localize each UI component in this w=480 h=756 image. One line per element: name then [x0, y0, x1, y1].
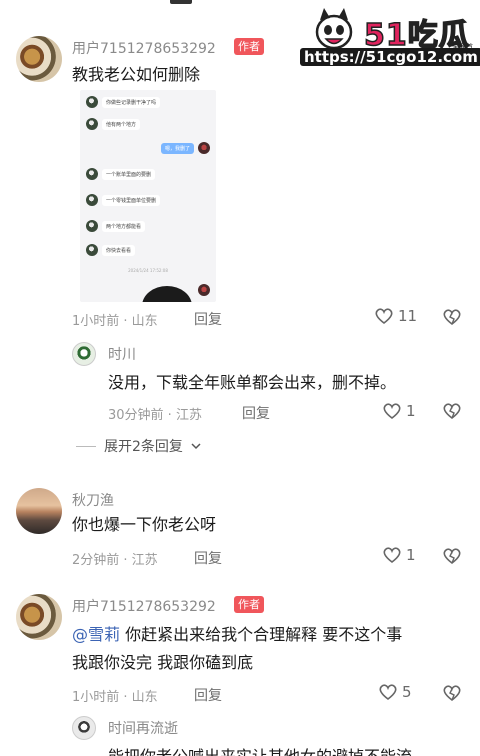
avatar[interactable]	[72, 342, 96, 366]
reply-button[interactable]: 回复	[242, 403, 270, 423]
chat-bubble: 你做些记录删干净了吗	[102, 96, 161, 108]
author-badge: 作者	[234, 596, 264, 613]
comment-image[interactable]: 你做些记录删干净了吗 他有两个地方 嗯，我删了 一个账单里面的要删 一个零钱里面…	[80, 90, 216, 302]
like-button[interactable]: 1	[382, 402, 416, 420]
divider	[76, 445, 96, 447]
like-button[interactable]: 5	[378, 683, 412, 701]
chat-bubble: 一个零钱里面单位要删	[102, 194, 161, 206]
chevron-down-icon	[191, 443, 201, 450]
user-mention-link[interactable]: @雪莉	[72, 625, 120, 644]
comment-text: 教我老公如何删除	[72, 65, 201, 84]
like-count: 5	[402, 683, 412, 701]
like-count: 1	[406, 546, 416, 564]
chat-timestamp: 2024/1/24 17:52:08	[128, 268, 168, 273]
status-indicator	[170, 0, 192, 4]
chat-bubble: 两个地方都能看	[102, 220, 146, 232]
reply-text: 能把你老公喊出来实让其他女的避掉不能流	[108, 744, 412, 756]
dislike-icon[interactable]	[442, 547, 462, 565]
dislike-icon[interactable]	[442, 308, 462, 326]
watermark-url: https://51cgo12.com	[300, 48, 480, 66]
like-count: 1	[406, 402, 416, 420]
site-watermark: 51吃瓜 全网首发 https://51cgo12.com	[300, 4, 480, 68]
mascot-logo-icon	[315, 8, 353, 50]
comment-text: 你也爆一下你老公呀	[72, 515, 217, 534]
comment-time-location: 2分钟前 · 江苏	[72, 553, 158, 568]
reply-button[interactable]: 回复	[194, 309, 222, 329]
chat-image-thumbnail	[142, 286, 192, 302]
heart-icon	[375, 308, 393, 325]
comment-username[interactable]: 用户7151278653292	[72, 596, 216, 616]
avatar[interactable]	[16, 36, 62, 82]
chat-bubble: 你快去看看	[102, 244, 136, 256]
like-button[interactable]: 11	[374, 307, 417, 325]
heart-icon	[379, 684, 397, 701]
comment-username[interactable]: 用户7151278653292	[72, 38, 216, 58]
reply-button[interactable]: 回复	[194, 548, 222, 568]
comment-text-line1: 你赶紧出来给我个合理解释 要不这个事	[120, 625, 403, 644]
heart-icon	[383, 547, 401, 564]
comment-username[interactable]: 秋刀渔	[72, 490, 114, 510]
chat-bubble: 他有两个地方	[102, 118, 141, 130]
dislike-icon[interactable]	[442, 402, 462, 420]
comment-feed: 51吃瓜 全网首发 https://51cgo12.com 用户71512786…	[0, 0, 480, 756]
like-count: 11	[398, 307, 418, 325]
heart-icon	[383, 403, 401, 420]
reply-button[interactable]: 回复	[194, 685, 222, 705]
expand-replies-button[interactable]: 展开2条回复	[76, 436, 201, 456]
dislike-icon[interactable]	[442, 684, 462, 702]
avatar[interactable]	[72, 716, 96, 740]
reply-username[interactable]: 时间再流逝	[108, 718, 178, 738]
reply-time-location: 30分钟前 · 江苏	[108, 408, 202, 423]
like-button[interactable]: 1	[382, 546, 416, 564]
comment-text: @雪莉 你赶紧出来给我个合理解释 要不这个事	[72, 622, 402, 648]
chat-bubble-self: 嗯，我删了	[160, 142, 194, 154]
comment-text-line2: 我跟你没完 我跟你磕到底	[72, 653, 254, 672]
comment-time-location: 1小时前 · 山东	[72, 314, 158, 329]
comment-time-location: 1小时前 · 山东	[72, 690, 158, 705]
reply-username[interactable]: 时川	[108, 344, 136, 364]
reply-text: 没用，下载全年账单都会出来，删不掉。	[108, 373, 397, 392]
chat-bubble: 一个账单里面的要删	[102, 168, 156, 180]
expand-replies-label: 展开2条回复	[104, 439, 183, 455]
avatar[interactable]	[16, 488, 62, 534]
author-badge: 作者	[234, 38, 264, 55]
avatar[interactable]	[16, 594, 62, 640]
